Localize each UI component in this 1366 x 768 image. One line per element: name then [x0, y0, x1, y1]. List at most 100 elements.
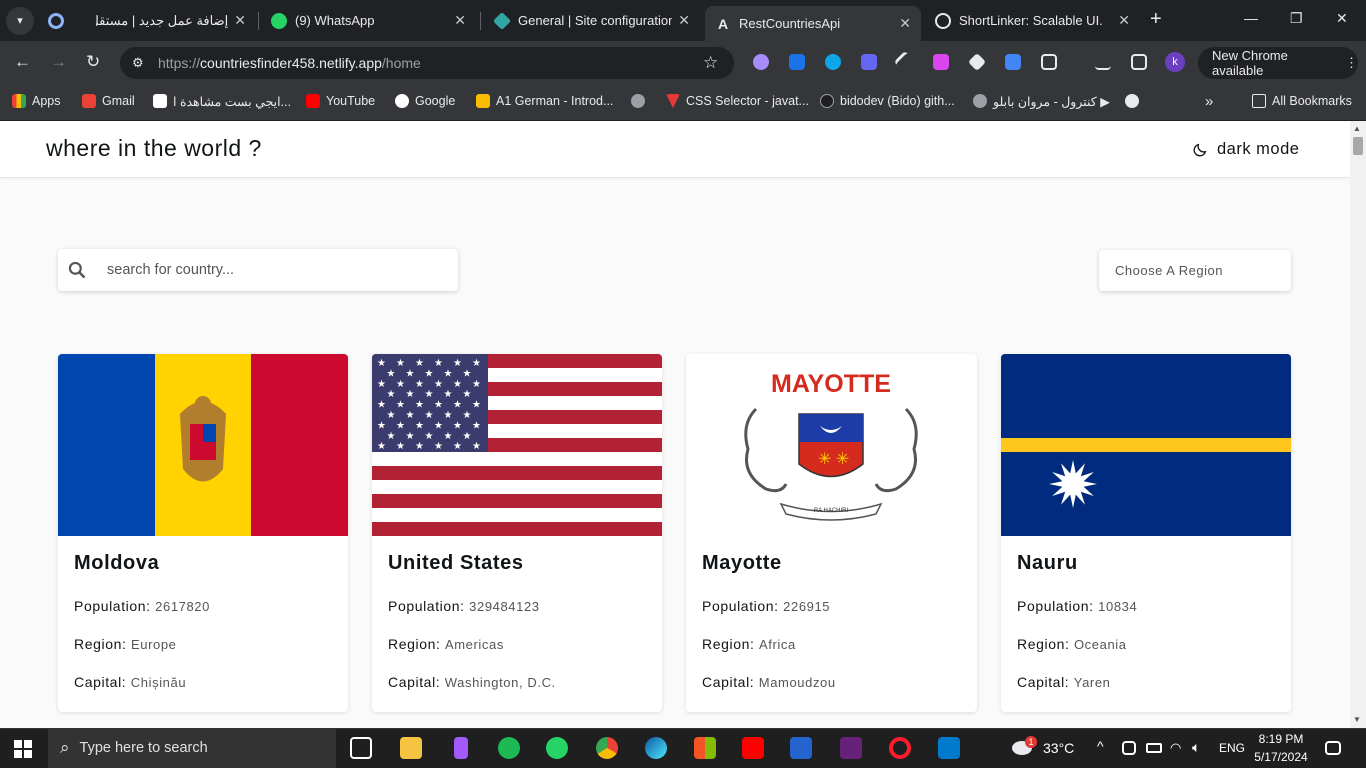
- close-icon[interactable]: ✕: [678, 12, 690, 29]
- url-text: https://countriesfinder458.netlify.app/h…: [158, 55, 421, 71]
- scroll-down-arrow-icon[interactable]: ▼: [1353, 715, 1361, 724]
- bookmark-a1-german[interactable]: A1 German - Introd...: [476, 92, 613, 110]
- globe-icon: [973, 94, 987, 108]
- whatsapp-taskbar-icon[interactable]: [546, 737, 568, 759]
- united-states-flag: ★ ★ ★ ★ ★ ★★ ★ ★ ★ ★★ ★ ★ ★ ★ ★★ ★ ★ ★ ★★ ★ ★ ★ ★ ★★ ★ ★ ★ ★★ ★ ★ ★ ★ ★★…: [372, 354, 662, 536]
- extension-icon[interactable]: [861, 54, 877, 70]
- extension-icon[interactable]: [753, 54, 769, 70]
- svg-text:★: ★: [396, 441, 405, 452]
- spotify-icon[interactable]: [498, 737, 520, 759]
- svg-text:★: ★: [472, 420, 481, 431]
- close-window-button[interactable]: ✕: [1336, 10, 1348, 27]
- bookmark-youtube[interactable]: YouTube: [306, 92, 375, 110]
- bookmark-gmail[interactable]: Gmail: [82, 92, 135, 110]
- capital-line: Capital: Mamoudzou: [702, 674, 836, 690]
- bookmarks-overflow-button[interactable]: »: [1205, 92, 1213, 110]
- capital-line: Capital: Washington, D.C.: [388, 674, 556, 690]
- clock-time[interactable]: 8:19 PM: [1256, 732, 1306, 746]
- file-explorer-icon[interactable]: [400, 737, 422, 759]
- region-line: Region: Europe: [74, 636, 177, 652]
- tab-restcountries[interactable]: A RestCountriesApi ✕: [705, 6, 921, 41]
- edge-icon[interactable]: [645, 737, 667, 759]
- back-button[interactable]: ←: [14, 52, 31, 72]
- side-panel-icon[interactable]: [1131, 54, 1147, 70]
- taskbar-search-box[interactable]: ⌕ Type here to search: [48, 728, 336, 768]
- country-card-moldova[interactable]: Moldova Population: 2617820 Region: Euro…: [58, 354, 348, 712]
- translate-icon[interactable]: [1005, 54, 1021, 70]
- svg-text:★: ★: [387, 410, 396, 421]
- region-filter-select[interactable]: Choose A Region: [1099, 250, 1291, 291]
- bookmark-google[interactable]: Google: [395, 92, 455, 110]
- tray-overflow-icon[interactable]: ^: [1097, 738, 1104, 754]
- task-view-icon[interactable]: [350, 737, 372, 759]
- chrome-icon[interactable]: [596, 737, 618, 759]
- reload-button[interactable]: ↻: [86, 52, 100, 72]
- tab-search-button[interactable]: ▾: [6, 6, 34, 35]
- site-settings-icon[interactable]: ⚙: [132, 55, 148, 71]
- new-tab-button[interactable]: +: [1150, 8, 1162, 31]
- puzzle-icon[interactable]: [1041, 54, 1057, 70]
- microsoft-store-icon[interactable]: [694, 737, 716, 759]
- vscode-icon[interactable]: [938, 737, 960, 759]
- bookmark-github[interactable]: bidodev (Bido) gith...: [820, 92, 955, 110]
- close-icon[interactable]: ✕: [899, 15, 911, 32]
- svg-text:★: ★: [463, 368, 472, 379]
- youtube-taskbar-icon[interactable]: [742, 737, 764, 759]
- scroll-thumb[interactable]: [1353, 137, 1363, 155]
- restore-button[interactable]: ❐: [1290, 10, 1303, 27]
- weather-temperature[interactable]: 33°C: [1043, 740, 1074, 756]
- bookmark-globe[interactable]: [631, 92, 651, 110]
- folder-icon: [1252, 94, 1266, 108]
- bookmark-css-selector[interactable]: CSS Selector - javat...: [666, 92, 809, 110]
- scroll-up-arrow-icon[interactable]: ▲: [1353, 124, 1361, 133]
- country-card-nauru[interactable]: Nauru Population: 10834 Region: Oceania …: [1001, 354, 1291, 712]
- profile-avatar[interactable]: k: [1165, 52, 1185, 72]
- dark-mode-toggle[interactable]: dark mode: [1192, 140, 1299, 159]
- svg-text:★: ★: [453, 400, 462, 411]
- forward-button[interactable]: →: [50, 52, 67, 72]
- download-icon[interactable]: [1095, 54, 1111, 70]
- address-bar[interactable]: ⚙ https://countriesfinder458.netlify.app…: [120, 47, 734, 79]
- close-icon[interactable]: ✕: [454, 12, 466, 29]
- svg-text:★: ★: [472, 400, 481, 411]
- country-card-united-states[interactable]: ★ ★ ★ ★ ★ ★ ★ ★ ★ ★ ★ ★ ★ ★ ★ ★ ★ ★ ★ ★ ★ ★ ★ ★ ★ ★ ★ ★ ★ ★ ★ ★ ★ ★ ★ ★ ★ ★ ★ ★…: [372, 354, 662, 712]
- visual-studio-icon[interactable]: [840, 737, 862, 759]
- country-card-mayotte[interactable]: MAYOTTE ✳ ✳ RA HACHIRI Mayotte Populatio…: [686, 354, 977, 712]
- svg-text:★: ★: [396, 379, 405, 390]
- figma-icon[interactable]: [454, 737, 468, 759]
- a1-german-icon: [476, 94, 490, 108]
- battery-icon[interactable]: [1146, 743, 1162, 753]
- minimize-button[interactable]: —: [1244, 10, 1258, 26]
- bookmark-control[interactable]: كنترول - مروان بابلو ▶: [973, 92, 1110, 110]
- opera-icon[interactable]: [889, 737, 911, 759]
- language-indicator[interactable]: ENG: [1219, 741, 1245, 755]
- tab-shortlinker[interactable]: ShortLinker: Scalable UI. ✕: [925, 4, 1140, 37]
- network-icon[interactable]: [1122, 741, 1136, 755]
- todo-icon[interactable]: [790, 737, 812, 759]
- tab-mostaql[interactable]: إضافة عمل جديد | مستقل ✕: [86, 4, 256, 37]
- population-line: Population: 329484123: [388, 598, 540, 614]
- bookmark-apps[interactable]: Apps: [12, 92, 61, 110]
- extension-icon[interactable]: [789, 54, 805, 70]
- bookmark-star-icon[interactable]: ☆: [703, 53, 718, 73]
- page-scrollbar[interactable]: [1350, 121, 1366, 728]
- clock-date[interactable]: 5/17/2024: [1252, 750, 1310, 764]
- extension-icon[interactable]: [933, 54, 949, 70]
- all-bookmarks-button[interactable]: All Bookmarks: [1252, 92, 1352, 110]
- tab-netlify[interactable]: General | Site configuration | ✕: [484, 4, 700, 37]
- capital-line: Capital: Yaren: [1017, 674, 1111, 690]
- wifi-icon[interactable]: ◠: [1170, 740, 1181, 756]
- extension-icon[interactable]: [825, 54, 841, 70]
- close-icon[interactable]: ✕: [1118, 12, 1130, 29]
- svg-text:★: ★: [406, 410, 415, 421]
- population-line: Population: 226915: [702, 598, 831, 614]
- tab-whatsapp[interactable]: (9) WhatsApp ✕: [261, 4, 476, 37]
- windows-start-icon[interactable]: [14, 740, 32, 758]
- bookmark-egybest[interactable]: ايجي بست مشاهدة ا...: [153, 92, 291, 110]
- update-chrome-button[interactable]: New Chrome available ⋮: [1198, 47, 1358, 79]
- search-input[interactable]: [107, 262, 407, 278]
- bookmark-smiley[interactable]: [1125, 92, 1145, 110]
- close-icon[interactable]: ✕: [234, 12, 246, 29]
- notifications-icon[interactable]: [1325, 741, 1341, 755]
- volume-icon[interactable]: 🔈︎: [1192, 739, 1200, 756]
